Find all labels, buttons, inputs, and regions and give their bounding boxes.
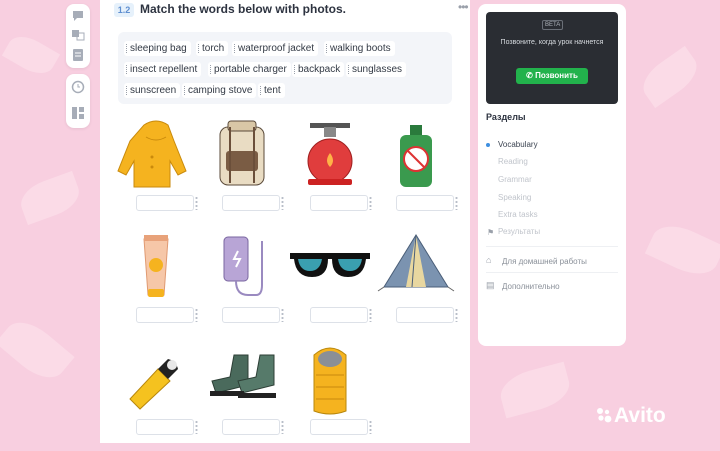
background-leaf [1,29,61,81]
background-leaf [0,312,75,388]
phone-icon: ✆ [526,71,536,80]
sunscreen-icon [143,235,169,297]
avito-logo-icon [597,408,612,423]
background-leaf [644,217,720,283]
background-leaf [496,361,574,419]
insect-repellent-icon [400,125,432,187]
section-vocabulary[interactable]: Vocabulary [486,140,538,149]
photo-cell [112,117,200,227]
translate-icon[interactable] [71,28,85,42]
call-button[interactable]: ✆ Позвонить [516,68,588,84]
sunglasses-icon [290,253,370,277]
active-dot-icon [486,143,490,147]
drag-handle[interactable] [455,196,458,210]
watermark-avito: Avito [614,404,666,427]
photo-cell [198,341,286,451]
answer-field[interactable] [396,307,454,323]
word-chip[interactable]: sleeping bag [124,41,191,56]
section-reading[interactable]: Reading [498,157,528,166]
answer-field[interactable] [136,195,194,211]
more-options-icon[interactable]: ••• [458,0,469,14]
answer-field[interactable] [136,307,194,323]
task-title: Match the words below with photos. [140,2,346,16]
divider [486,246,618,247]
answer-field[interactable] [222,419,280,435]
walking-boots-icon [210,354,276,398]
word-chip[interactable]: insect repellent [124,62,202,77]
drag-handle[interactable] [455,308,458,322]
extra-link[interactable]: Дополнительно [502,282,560,291]
photo-cell [112,229,200,339]
answer-field[interactable] [396,195,454,211]
word-chip[interactable]: backpack [292,62,345,77]
divider [486,272,618,273]
call-prompt-text: Позвоните, когда урок начнется [500,39,604,46]
chat-icon[interactable] [71,9,85,23]
photo-cell [112,341,200,451]
photo-cell [372,229,460,339]
photo-cell [286,341,374,451]
background-leaf [15,170,85,226]
section-label: Результаты [498,227,541,236]
backpack-icon [219,120,265,186]
answer-field[interactable] [310,195,368,211]
notes-icon[interactable] [71,48,85,62]
tent-icon [377,234,455,292]
timer-icon[interactable] [71,80,85,94]
word-chip[interactable]: sunscreen [124,83,181,98]
homework-link[interactable]: Для домашней работы [502,257,587,266]
torch-icon [129,359,178,410]
answer-field[interactable] [222,195,280,211]
section-speaking[interactable]: Speaking [498,193,531,202]
home-icon: ⌂ [486,255,492,265]
drag-handle[interactable] [281,196,284,210]
word-chip[interactable]: torch [196,41,229,56]
word-chip[interactable]: walking boots [324,41,395,56]
flag-icon: ⚑ [487,228,495,237]
answer-field[interactable] [222,307,280,323]
word-chip[interactable]: portable charger [208,62,291,77]
video-call-panel: BETA Позвоните, когда урок начнется ✆ По… [486,12,618,104]
section-extra-tasks[interactable]: Extra tasks [498,210,538,219]
portable-charger-icon [223,236,263,296]
document-icon: ▤ [486,280,495,290]
photo-cell [198,229,286,339]
raincoat-icon [117,120,187,188]
layout-icon[interactable] [71,106,85,120]
section-results[interactable]: ⚑ Результаты [487,227,541,237]
background-leaf [635,45,705,109]
photo-cell [286,117,374,227]
left-toolbar-2 [66,74,90,128]
camping-stove-icon [307,123,353,185]
sleeping-bag-icon [313,347,347,415]
photo-cell [198,117,286,227]
photo-cell [372,117,460,227]
section-grammar[interactable]: Grammar [498,175,532,184]
answer-field[interactable] [310,307,368,323]
beta-badge: BETA [542,20,564,30]
sections-title: Разделы [486,112,526,122]
drag-handle[interactable] [281,308,284,322]
drag-handle[interactable] [281,420,284,434]
right-sidebar: BETA Позвоните, когда урок начнется ✆ По… [478,4,626,346]
task-number: 1.2 [114,3,134,17]
word-chip[interactable]: waterproof jacket [232,41,319,56]
answer-field[interactable] [136,419,194,435]
word-chip[interactable]: sunglasses [346,62,407,77]
call-button-label: Позвонить [535,71,578,80]
word-bank: sleeping bag torch waterproof jacket wal… [118,32,452,104]
answer-field[interactable] [310,419,368,435]
section-label: Vocabulary [498,140,538,149]
word-chip[interactable]: tent [258,83,285,98]
photo-cell [286,229,374,339]
word-chip[interactable]: camping stove [182,83,257,98]
drag-handle[interactable] [369,420,372,434]
left-toolbar [66,4,90,68]
task-panel: 1.2 Match the words below with photos. •… [100,0,470,443]
